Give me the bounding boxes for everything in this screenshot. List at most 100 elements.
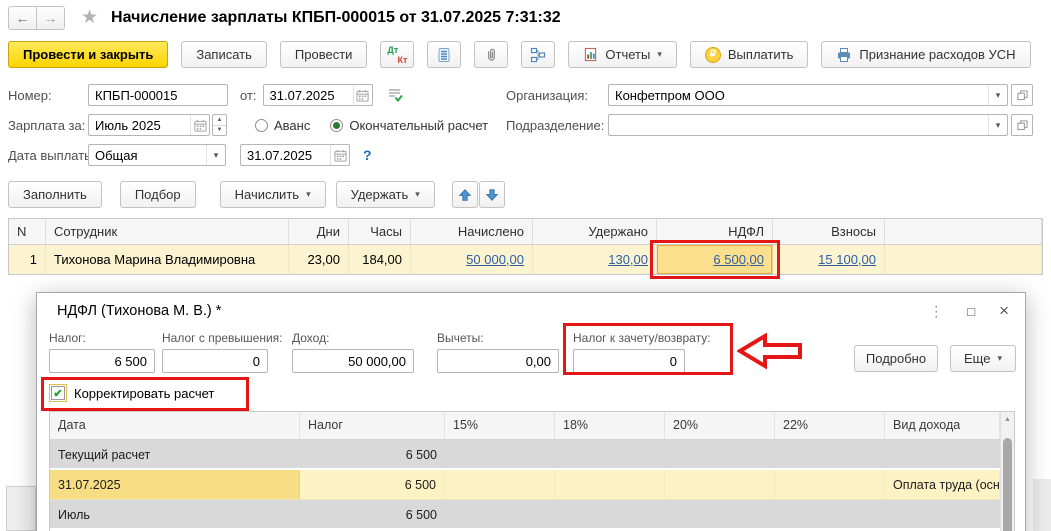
accrued-link[interactable]: 50 000,00 — [466, 252, 524, 267]
calendar-icon[interactable] — [190, 115, 209, 135]
excess-tax-input[interactable]: 0 — [162, 349, 268, 373]
related-documents-button[interactable] — [521, 41, 556, 68]
withheld-link[interactable]: 130,00 — [608, 252, 648, 267]
details-button[interactable]: Подробно — [854, 345, 938, 372]
background-window-fragment — [6, 486, 36, 531]
post-button[interactable]: Провести — [279, 41, 368, 68]
post-and-close-button[interactable]: Провести и закрыть — [8, 41, 169, 68]
contributions-link[interactable]: 15 100,00 — [818, 252, 876, 267]
arrow-down-icon — [485, 188, 499, 201]
cell-n: 1 — [9, 245, 46, 274]
scrollbar-thumb[interactable] — [1003, 438, 1012, 531]
pay-date-input[interactable]: 31.07.2025 — [240, 144, 350, 166]
deductions-field-group: Вычеты: 0,00 — [437, 331, 559, 373]
col-header-employee[interactable]: Сотрудник — [46, 219, 289, 244]
deductions-input[interactable]: 0,00 — [437, 349, 559, 373]
col-header-22[interactable]: 22% — [775, 412, 885, 439]
offset-tax-input[interactable]: 0 — [573, 349, 685, 373]
pay-date-label: Дата выплаты: — [8, 147, 98, 163]
spin-up-icon[interactable]: ▲ — [213, 115, 226, 125]
col-header-tax[interactable]: Налог — [300, 412, 445, 439]
col-header-n[interactable]: N — [9, 219, 46, 244]
col-header-withheld[interactable]: Удержано — [533, 219, 657, 244]
kebab-menu-icon[interactable]: ⋮ — [929, 303, 943, 320]
arrow-up-icon — [458, 188, 472, 201]
move-up-button[interactable] — [451, 181, 478, 208]
department-label: Подразделение: — [506, 117, 605, 133]
withhold-button[interactable]: Удержать ▾ — [335, 181, 435, 208]
salary-period-input[interactable]: Июль 2025 — [88, 114, 210, 136]
cell-hours: 184,00 — [349, 245, 411, 274]
more-button[interactable]: Еще ▾ — [950, 345, 1016, 372]
usn-expenses-button[interactable]: Признание расходов УСН — [821, 41, 1031, 68]
chevron-down-icon[interactable]: ▾ — [988, 85, 1007, 105]
scroll-up-icon[interactable]: ▲ — [1001, 412, 1014, 423]
col-header-hours[interactable]: Часы — [349, 219, 411, 244]
table-row-date[interactable]: 31.07.2025 6 500 Оплата труда (осн... — [50, 470, 1000, 500]
department-open-button[interactable] — [1011, 114, 1033, 136]
col-header-contributions[interactable]: Взносы — [773, 219, 885, 244]
annotation-arrow-icon — [737, 333, 803, 369]
list-button[interactable] — [427, 41, 462, 68]
save-button[interactable]: Записать — [181, 41, 267, 68]
table-row-current-calc[interactable]: Текущий расчет 6 500 — [50, 440, 1000, 470]
chevron-down-icon[interactable]: ▾ — [206, 145, 225, 165]
cell-contributions: 15 100,00 — [773, 245, 885, 274]
ndfl-dialog: НДФЛ (Тихонова М. В.) * ⋮ □ × Налог: 6 5… — [36, 292, 1026, 531]
organization-open-button[interactable] — [1011, 84, 1033, 106]
pick-button[interactable]: Подбор — [119, 181, 196, 208]
tax-input[interactable]: 6 500 — [49, 349, 155, 373]
checkmark-icon: ✔ — [53, 387, 63, 400]
final-calc-radio[interactable] — [330, 118, 344, 132]
help-icon[interactable]: ? — [363, 147, 372, 163]
background-window-fragment — [1033, 479, 1051, 531]
col-header-ndfl[interactable]: НДФЛ — [657, 219, 773, 244]
col-header-days[interactable]: Дни — [289, 219, 349, 244]
spin-down-icon[interactable]: ▼ — [213, 124, 226, 136]
employees-table-header: N Сотрудник Дни Часы Начислено Удержано … — [9, 219, 1042, 245]
move-down-button[interactable] — [478, 181, 505, 208]
titlebar: ← → ★ Начисление зарплаты КПБП-000015 от… — [8, 6, 561, 30]
doc-date-input[interactable]: 31.07.2025 — [262, 84, 373, 106]
chevron-down-icon[interactable]: ▾ — [988, 115, 1007, 135]
open-in-new-icon — [1016, 119, 1028, 130]
form-row-number: Номер: КПБП-000015 от: 31.07.2025 Органи… — [8, 83, 1043, 107]
fill-button[interactable]: Заполнить — [8, 181, 102, 208]
paperclip-icon — [484, 47, 499, 62]
advance-radio[interactable] — [255, 118, 268, 132]
adjust-calculation-checkbox[interactable]: ✔ — [49, 384, 67, 402]
table-row[interactable]: 1 Тихонова Марина Владимировна 23,00 184… — [9, 245, 1042, 274]
vertical-scrollbar[interactable]: ▲ — [1000, 412, 1014, 531]
department-combo[interactable]: ▾ — [608, 114, 1008, 136]
maximize-icon[interactable]: □ — [967, 304, 975, 319]
pay-button[interactable]: ₽ Выплатить — [689, 41, 809, 68]
table-row-month[interactable]: Июль 6 500 — [50, 500, 1000, 530]
list-icon — [436, 47, 452, 63]
pay-date-mode-combo[interactable]: Общая ▾ — [88, 144, 226, 166]
favorite-star-icon[interactable]: ★ — [81, 6, 98, 30]
dialog-title: НДФЛ (Тихонова М. В.) * — [57, 303, 222, 319]
attachments-button[interactable] — [474, 41, 509, 68]
tax-field-group: Налог: 6 500 — [49, 331, 155, 373]
col-header-accrued[interactable]: Начислено — [411, 219, 533, 244]
income-input[interactable]: 50 000,00 — [292, 349, 414, 373]
ndfl-link[interactable]: 6 500,00 — [713, 252, 764, 267]
calendar-icon[interactable] — [330, 145, 349, 165]
forward-button[interactable]: → — [36, 6, 65, 30]
col-header-income-type[interactable]: Вид дохода — [885, 412, 1000, 439]
set-date-check-icon[interactable] — [387, 87, 403, 103]
col-header-18[interactable]: 18% — [555, 412, 665, 439]
dt-kt-postings-button[interactable]: Дт Кт — [380, 41, 415, 68]
col-header-20[interactable]: 20% — [665, 412, 775, 439]
col-header-15[interactable]: 15% — [445, 412, 555, 439]
reports-button[interactable]: Отчеты ▾ — [568, 41, 677, 68]
number-input[interactable]: КПБП-000015 — [88, 84, 228, 106]
accrue-button[interactable]: Начислить ▾ — [219, 181, 326, 208]
ndfl-details-table: Дата Налог 15% 18% 20% 22% Вид дохода Те… — [49, 411, 1015, 531]
calendar-icon[interactable] — [352, 85, 372, 105]
form-row-paydate: Дата выплаты: Общая ▾ 31.07.2025 ? — [8, 143, 1043, 167]
back-button[interactable]: ← — [8, 6, 37, 30]
organization-combo[interactable]: Конфетпром ООО ▾ — [608, 84, 1008, 106]
col-header-date[interactable]: Дата — [50, 412, 300, 439]
close-icon[interactable]: × — [999, 301, 1009, 321]
